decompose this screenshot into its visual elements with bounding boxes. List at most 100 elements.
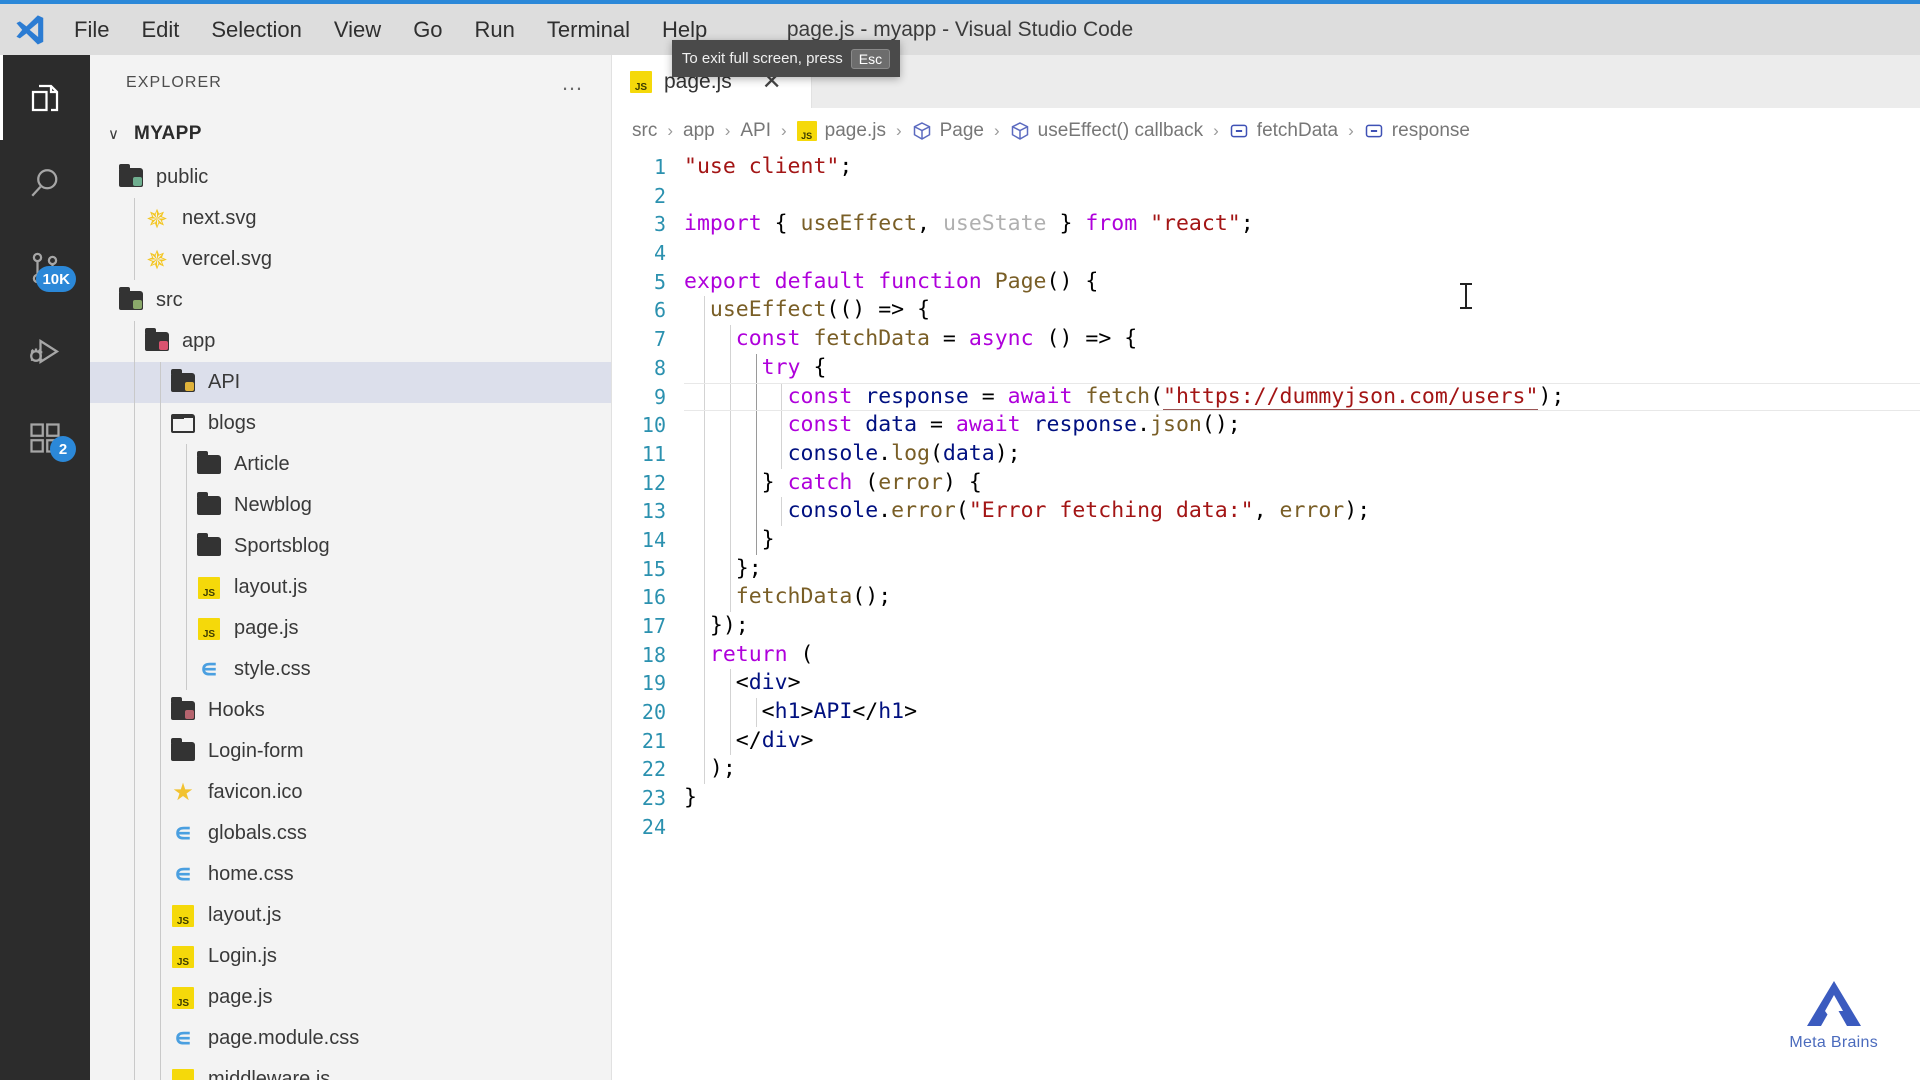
- indent-guide: [729, 468, 731, 498]
- code-line[interactable]: 4: [612, 239, 1920, 268]
- tree-item-page-module-css[interactable]: ∊ page.module.css: [90, 1018, 611, 1059]
- explorer-more-actions-icon[interactable]: …: [561, 70, 585, 96]
- code-line[interactable]: 20 <h1>API</h1>: [612, 698, 1920, 727]
- tree-item-login-form[interactable]: Login-form: [90, 731, 611, 772]
- indent-guide: [704, 382, 705, 412]
- tree-item-article[interactable]: Article: [90, 444, 611, 485]
- tree-item-newblog[interactable]: Newblog: [90, 485, 611, 526]
- menu-go[interactable]: Go: [399, 13, 456, 47]
- code-line[interactable]: 11 console.log(data);: [612, 439, 1920, 469]
- tree-item-src[interactable]: src: [90, 280, 611, 321]
- line-number: 11: [641, 441, 666, 466]
- line-number: 12: [641, 470, 666, 495]
- svg-file-icon: ✵: [146, 244, 168, 275]
- folder-icon: [194, 450, 224, 480]
- symbol-class-icon: [912, 121, 932, 141]
- code-line[interactable]: 17 });: [612, 612, 1920, 641]
- indent-guide: [160, 526, 161, 567]
- activity-item-extensions[interactable]: 2: [0, 395, 90, 480]
- code-line[interactable]: 3 import { useEffect, useState } from "re…: [612, 210, 1920, 239]
- tree-item-blogs[interactable]: blogs: [90, 403, 611, 444]
- menu-view[interactable]: View: [320, 13, 395, 47]
- indent-guide: [729, 554, 731, 584]
- menu-bar[interactable]: File Edit Selection View Go Run Terminal…: [58, 13, 723, 47]
- tree-item-home-css[interactable]: ∊ home.css: [90, 854, 611, 895]
- menu-file[interactable]: File: [60, 13, 123, 47]
- activity-item-search[interactable]: [0, 140, 90, 225]
- code-line[interactable]: 5 export default function Page() {: [612, 268, 1920, 297]
- code-text: export default function Page() {: [684, 268, 1099, 294]
- indent-guide: [160, 1059, 161, 1080]
- menu-edit[interactable]: Edit: [127, 13, 193, 47]
- menu-selection[interactable]: Selection: [197, 13, 316, 47]
- code-line[interactable]: 19 <div>: [612, 669, 1920, 699]
- tree-item-vercel-svg[interactable]: ✵ vercel.svg: [90, 239, 611, 280]
- code-line[interactable]: 21 </div>: [612, 726, 1920, 756]
- js-file-icon: JS: [630, 70, 652, 93]
- line-number: 22: [641, 757, 666, 782]
- line-number: 6: [653, 298, 666, 323]
- code-line[interactable]: 23}: [612, 784, 1920, 813]
- breadcrumb-item-response[interactable]: response: [1364, 120, 1470, 142]
- line-number: 20: [641, 700, 666, 725]
- code-line[interactable]: 13 console.error("Error fetching data:",…: [612, 497, 1920, 526]
- tree-item-api[interactable]: API: [90, 362, 611, 403]
- tree-item-app[interactable]: app: [90, 321, 611, 362]
- code-line[interactable]: 24: [612, 813, 1920, 842]
- activity-item-run-and-debug[interactable]: [0, 310, 90, 395]
- tree-item-public[interactable]: public: [90, 157, 611, 198]
- code-line[interactable]: 15 };: [612, 554, 1920, 584]
- code-editor[interactable]: 1 "use client"; 2 3 import { useEffect, useS…: [612, 153, 1920, 1053]
- tree-item-page-js[interactable]: JS page.js: [90, 977, 611, 1018]
- breadcrumb-separator: ›: [895, 120, 902, 140]
- root-folder-row[interactable]: ∨ MYAPP: [90, 111, 611, 157]
- tree-item-globals-css[interactable]: ∊ globals.css: [90, 813, 611, 854]
- activity-item-source-control[interactable]: 10K: [0, 225, 90, 310]
- code-line[interactable]: 18 return (: [612, 640, 1920, 670]
- code-line[interactable]: 9 const response = await fetch("https://…: [612, 382, 1920, 412]
- code-line[interactable]: 22 );: [612, 755, 1920, 785]
- code-line[interactable]: 14 }: [612, 525, 1920, 555]
- tree-item-layout-js[interactable]: JS layout.js: [90, 567, 611, 608]
- tree-item-style-css[interactable]: ∊ style.css: [90, 649, 611, 690]
- breadcrumb-item-fetchdata[interactable]: fetchData: [1229, 120, 1338, 142]
- tree-item-label: favicon.ico: [208, 781, 303, 803]
- tree-item-next-svg[interactable]: ✵ next.svg: [90, 198, 611, 239]
- code-line[interactable]: 10 const data = await response.json();: [612, 411, 1920, 440]
- tree-item-page-js[interactable]: JS page.js: [90, 608, 611, 649]
- code-line[interactable]: 16 fetchData();: [612, 583, 1920, 612]
- tree-item-sportsblog[interactable]: Sportsblog: [90, 526, 611, 567]
- code-line[interactable]: 8 try {: [612, 353, 1920, 383]
- code-text: };: [735, 555, 762, 581]
- breadcrumb-item-useeffect-callback[interactable]: useEffect() callback: [1010, 120, 1203, 142]
- tree-item-favicon-ico[interactable]: ★ favicon.ico: [90, 772, 611, 813]
- breadcrumb-separator: ›: [994, 120, 1000, 140]
- indent-guide: [134, 362, 135, 403]
- line-number: 19: [641, 671, 666, 696]
- line-number: 3: [653, 212, 666, 237]
- tree-item-layout-js[interactable]: JS layout.js: [90, 895, 611, 936]
- symbol-variable-icon: [1229, 121, 1249, 141]
- code-line[interactable]: 7 const fetchData = async () => {: [612, 325, 1920, 354]
- folder-icon: [194, 532, 224, 562]
- breadcrumb-item-src[interactable]: src: [632, 120, 657, 142]
- code-line[interactable]: 2: [612, 182, 1920, 211]
- code-line[interactable]: 12 } catch (error) {: [612, 468, 1920, 498]
- code-line[interactable]: 6 useEffect(() => {: [612, 296, 1920, 326]
- menu-run[interactable]: Run: [461, 13, 529, 47]
- favicon-icon: ★: [172, 778, 194, 806]
- breadcrumb-item-app[interactable]: app: [683, 120, 715, 142]
- tree-item-middleware-js[interactable]: JS middleware.js: [90, 1059, 611, 1080]
- tree-item-login-js[interactable]: JS Login.js: [90, 936, 611, 977]
- breadcrumb-item-page-symbol[interactable]: Page: [912, 120, 984, 142]
- breadcrumb-item-page-js[interactable]: JS page.js: [796, 120, 886, 142]
- folder-icon: [194, 491, 224, 521]
- code-line[interactable]: 1 "use client";: [612, 153, 1920, 182]
- activity-item-explorer[interactable]: [0, 55, 90, 140]
- tree-item-label: Hooks: [208, 699, 265, 721]
- search-icon: [31, 168, 58, 197]
- indent-guide: [186, 649, 187, 690]
- breadcrumb-item-api[interactable]: API: [740, 120, 771, 142]
- tree-item-hooks[interactable]: Hooks: [90, 690, 611, 731]
- menu-terminal[interactable]: Terminal: [533, 13, 644, 47]
